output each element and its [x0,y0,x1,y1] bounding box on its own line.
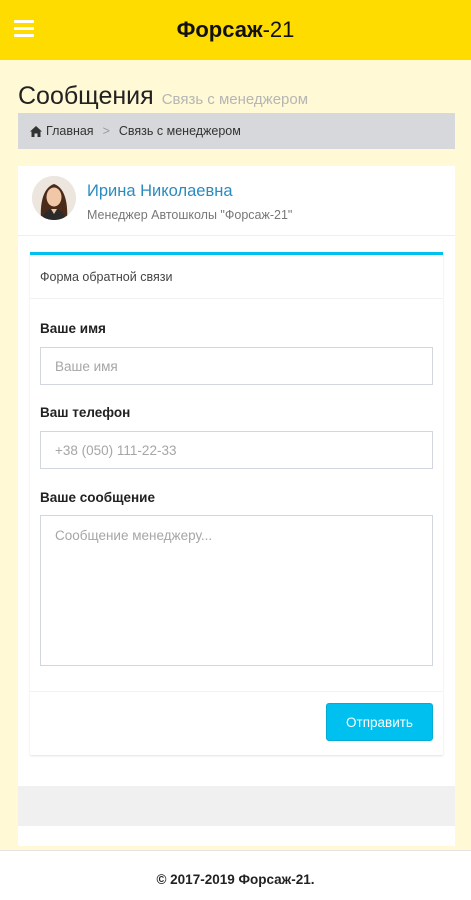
breadcrumb-home-link[interactable]: Главная [46,124,94,138]
manager-name: Ирина Николаевна [87,182,233,200]
page-subtitle: Связь с менеджером [161,91,309,108]
content-area: Сообщения Связь с менеджером Главная > Св… [0,60,471,850]
brand-name: Форсаж [176,17,263,42]
manager-profile: Ирина Николаевна Менеджер Автошколы "Фор… [18,166,455,236]
form-title: Форма обратной связи [30,255,443,299]
phone-input[interactable] [40,431,433,469]
brand-logo[interactable]: Форсаж-21 [0,17,471,43]
manager-card: Ирина Николаевна Менеджер Автошколы "Фор… [18,166,455,846]
manager-role: Менеджер Автошколы "Форсаж-21" [87,208,293,222]
breadcrumb-current: Связь с менеджером [118,124,241,138]
phone-label: Ваш телефон [40,405,131,420]
brand-suffix: -21 [262,17,295,42]
page-title: Сообщения [18,82,154,110]
message-label: Ваше сообщение [40,490,155,505]
footer-copyright: © 2017-2019 Форсаж-21. [0,850,471,900]
home-icon [30,125,42,137]
avatar [32,176,76,220]
feedback-form: Форма обратной связи Ваше имя Ваш телефо… [30,252,443,755]
form-divider [30,691,443,692]
breadcrumb-separator: > [102,124,110,138]
page-header: Сообщения Связь с менеджером [18,82,308,111]
name-label: Ваше имя [40,321,106,336]
name-input[interactable] [40,347,433,385]
card-footer [18,786,455,826]
submit-button[interactable]: Отправить [326,703,433,741]
message-textarea[interactable] [40,515,433,666]
top-app-bar: Форсаж-21 [0,0,471,60]
breadcrumb: Главная > Связь с менеджером [18,113,455,149]
